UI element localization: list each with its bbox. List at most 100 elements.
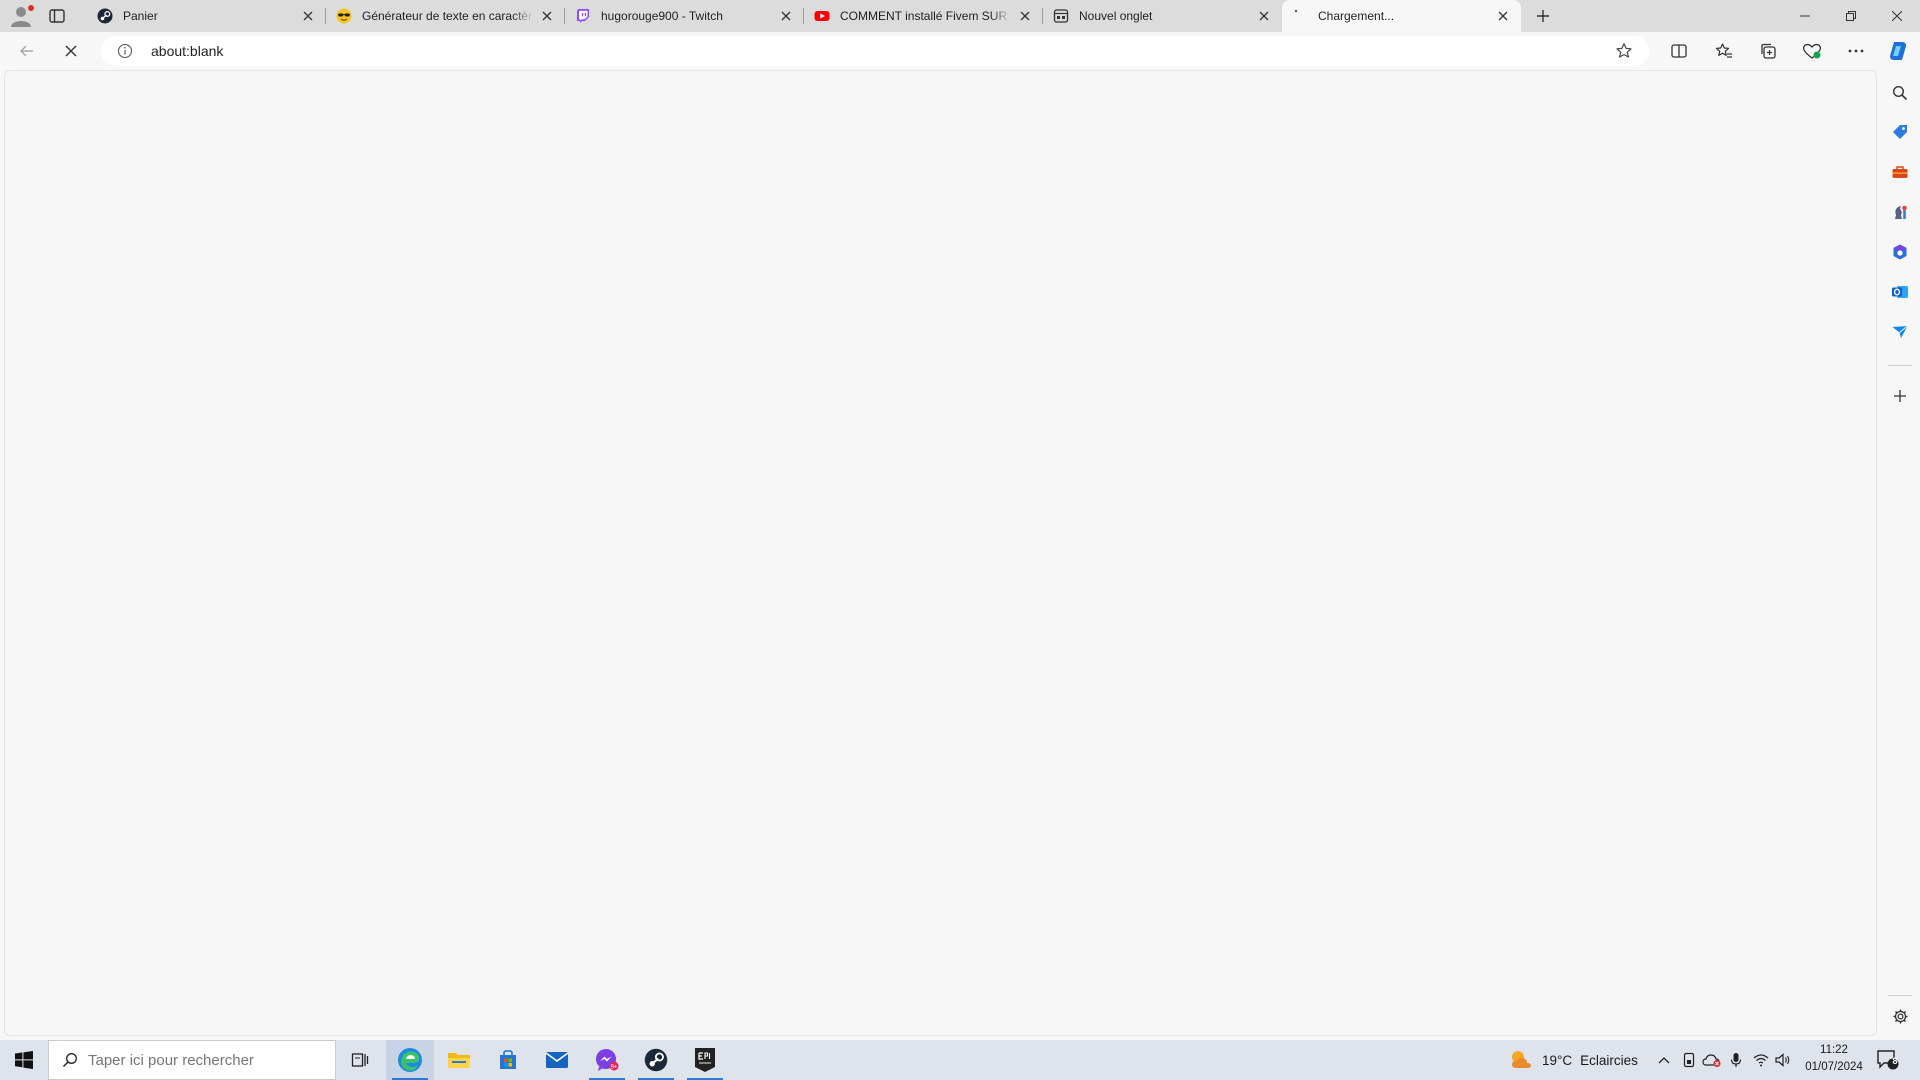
profile-icon: [11, 5, 34, 27]
sidebar-microsoft365[interactable]: [1890, 242, 1910, 262]
cloud-error-icon: [1702, 1054, 1721, 1068]
page-content[interactable]: [4, 70, 1877, 1036]
tab-actions-button[interactable]: [48, 7, 66, 25]
clock-time: 11:22: [1820, 1044, 1848, 1056]
weather-condition: Eclaircies: [1580, 1052, 1638, 1068]
task-view-icon: [351, 1053, 369, 1067]
favorites-button[interactable]: [1712, 39, 1736, 63]
microsoft-365-icon: [1893, 244, 1907, 260]
split-screen-icon: [1671, 44, 1687, 58]
show-hidden-icons-button[interactable]: [1652, 1040, 1676, 1080]
split-screen-button[interactable]: [1667, 39, 1691, 63]
tray-microphone[interactable]: [1724, 1040, 1748, 1080]
taskbar-mail[interactable]: [533, 1040, 581, 1080]
heart-pulse-icon: [1802, 43, 1822, 59]
tab-title: COMMENT installé Fivem SUR PC: [840, 9, 1011, 23]
microphone-icon: [1730, 1053, 1742, 1067]
tab-close-icon[interactable]: [1495, 8, 1511, 24]
sidebar-add[interactable]: [1890, 386, 1910, 406]
sidebar-drop[interactable]: [1890, 322, 1910, 342]
toolbox-icon: [1892, 166, 1908, 178]
start-button[interactable]: [0, 1040, 48, 1080]
gear-icon: [1893, 1009, 1907, 1023]
partly-sunny-icon: [1512, 1051, 1531, 1068]
epic-games-icon: [695, 1048, 715, 1072]
new-tab-button[interactable]: [1533, 6, 1553, 26]
sidebar-settings[interactable]: [1890, 1006, 1910, 1026]
copilot-button[interactable]: [1886, 39, 1910, 63]
address-bar[interactable]: [101, 36, 1649, 66]
sidebar-shopping[interactable]: [1890, 122, 1910, 142]
tab-twitch[interactable]: hugorouge900 - Twitch: [564, 0, 804, 32]
browser-essentials-button[interactable]: [1800, 39, 1824, 63]
taskbar-search-input[interactable]: [88, 1051, 308, 1069]
taskbar-messenger[interactable]: 9+: [583, 1040, 631, 1080]
tray-device[interactable]: [1677, 1040, 1701, 1080]
search-icon: [62, 1053, 77, 1068]
sidebar-outlook[interactable]: [1890, 282, 1910, 302]
taskbar-edge[interactable]: [386, 1040, 434, 1080]
tab-actions-icon: [49, 9, 65, 23]
taskbar-epic-games[interactable]: [681, 1040, 729, 1080]
windows-logo-icon: [15, 1051, 33, 1069]
more-dots-icon: [1848, 49, 1864, 53]
minimize-icon: [1800, 15, 1810, 17]
profile-avatar[interactable]: [9, 4, 35, 28]
restore-button[interactable]: [1828, 0, 1874, 32]
tab-close-icon[interactable]: [1256, 8, 1272, 24]
taskbar-microsoft-store[interactable]: [484, 1040, 532, 1080]
chess-games-icon: [1895, 205, 1907, 219]
device-battery-icon: [1683, 1052, 1695, 1068]
tray-volume[interactable]: [1771, 1040, 1795, 1080]
edge-sidebar: [1880, 70, 1920, 1036]
tab-close-icon[interactable]: [1017, 8, 1033, 24]
search-icon: [1892, 85, 1908, 101]
stop-loading-button[interactable]: [59, 39, 83, 63]
favorite-star-icon[interactable]: [1615, 42, 1633, 60]
tab-chargement[interactable]: Chargement...: [1282, 0, 1521, 32]
svg-text:9+: 9+: [611, 1064, 618, 1070]
back-button[interactable]: [15, 39, 39, 63]
sidebar-games[interactable]: [1890, 202, 1910, 222]
weather-widget[interactable]: 19°C Eclaircies: [1508, 1040, 1638, 1080]
sidebar-divider: [1888, 995, 1912, 996]
tab-generateur[interactable]: Générateur de texte en caractères: [325, 0, 565, 32]
windows-taskbar: 9+ 19°C Eclaircies 11:22 01/07/2024 8: [0, 1040, 1920, 1080]
taskbar-clock[interactable]: 11:22 01/07/2024: [1795, 1042, 1873, 1078]
minimize-button[interactable]: [1782, 0, 1828, 32]
tab-panier[interactable]: Panier: [87, 0, 326, 32]
collections-button[interactable]: [1756, 39, 1780, 63]
tab-close-icon[interactable]: [539, 8, 555, 24]
tab-youtube[interactable]: COMMENT installé Fivem SUR PC: [803, 0, 1043, 32]
tray-network[interactable]: [1749, 1040, 1773, 1080]
taskbar-steam[interactable]: [632, 1040, 680, 1080]
url-input[interactable]: [151, 43, 1351, 59]
loading-icon: [1292, 8, 1308, 24]
site-info-icon[interactable]: [117, 43, 133, 59]
tab-title: hugorouge900 - Twitch: [601, 9, 723, 23]
tab-nouvel-onglet[interactable]: Nouvel onglet: [1042, 0, 1282, 32]
stop-x-icon: [65, 45, 77, 57]
collections-icon: [1761, 43, 1776, 59]
back-arrow-icon: [20, 45, 33, 57]
chevron-up-icon: [1658, 1057, 1670, 1064]
tray-onedrive[interactable]: [1700, 1040, 1724, 1080]
store-bag-icon: [500, 1050, 516, 1069]
task-view-button[interactable]: [336, 1040, 384, 1080]
copilot-icon: [1890, 42, 1906, 60]
taskbar-file-explorer[interactable]: [435, 1040, 483, 1080]
folder-icon: [448, 1053, 470, 1068]
sidebar-search[interactable]: [1890, 83, 1910, 103]
notification-center-button[interactable]: 8: [1868, 1040, 1908, 1080]
close-icon: [1892, 11, 1902, 21]
close-window-button[interactable]: [1874, 0, 1920, 32]
settings-more-button[interactable]: [1844, 39, 1868, 63]
edge-browser-icon: [398, 1048, 422, 1072]
tab-close-icon[interactable]: [778, 8, 794, 24]
sidebar-tools[interactable]: [1890, 162, 1910, 182]
paper-plane-icon: [1892, 325, 1908, 338]
sunglasses-emoji-icon: [336, 8, 352, 24]
tab-close-icon[interactable]: [300, 8, 316, 24]
taskbar-search[interactable]: [48, 1040, 336, 1080]
mail-envelope-icon: [545, 1052, 569, 1068]
